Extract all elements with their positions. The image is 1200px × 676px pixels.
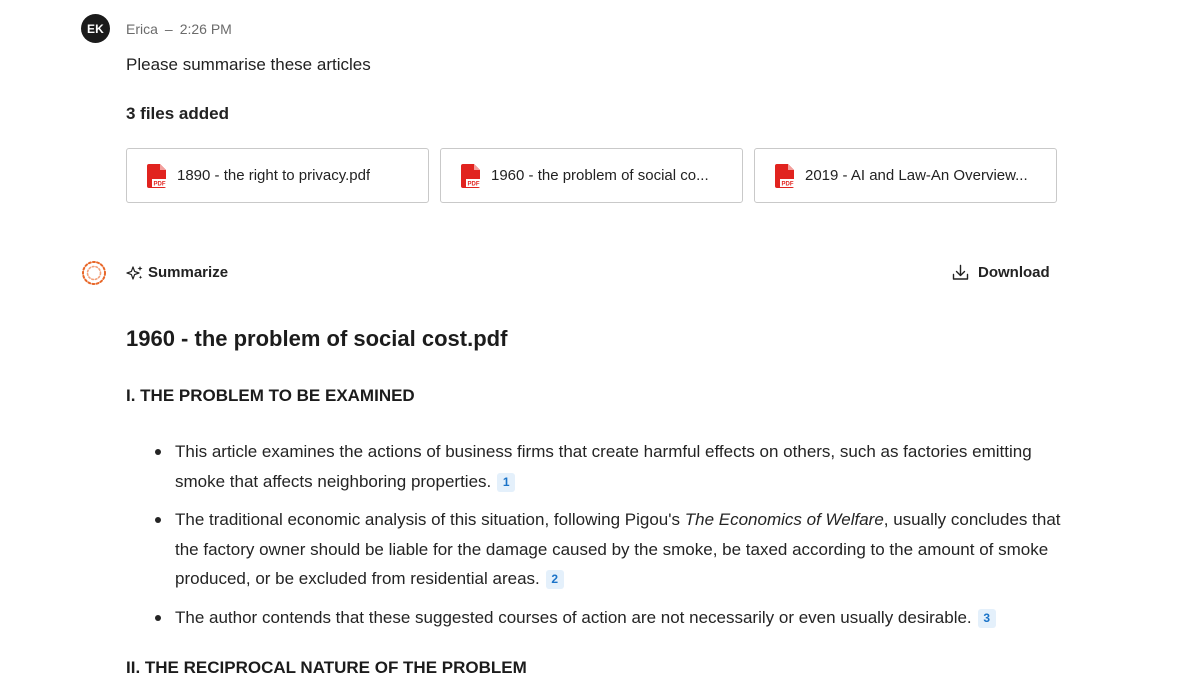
section-heading: I. THE PROBLEM TO BE EXAMINED — [126, 386, 415, 405]
message-time: 2:26 PM — [179, 20, 232, 37]
summarize-label: Summarize — [148, 264, 229, 281]
bullet-text: The author contends that these suggested… — [175, 607, 972, 627]
file-card[interactable]: PDF 1960 - the problem of social co... — [440, 148, 743, 203]
pdf-icon: PDF — [147, 163, 167, 188]
svg-text:PDF: PDF — [468, 181, 480, 187]
bullet-text: The traditional economic analysis of thi… — [175, 510, 685, 529]
user-message-header: EK Erica –2:26 PM — [81, 14, 232, 43]
summary-doc-title: 1960 - the problem of social cost.pdf — [126, 326, 508, 351]
meta-separator: – — [164, 20, 173, 37]
bullet-text: This article examines the actions of bus… — [175, 442, 1032, 491]
citation-badge[interactable]: 2 — [545, 570, 564, 589]
avatar: EK — [81, 14, 110, 43]
files-added-title: 3 files added — [126, 104, 229, 123]
svg-text:PDF: PDF — [154, 181, 166, 187]
author-name: Erica — [126, 20, 158, 37]
file-name: 1960 - the problem of social co... — [491, 167, 709, 184]
citation-badge[interactable]: 3 — [977, 608, 996, 628]
book-title: The Economics of Welfare — [684, 510, 884, 529]
svg-text:PDF: PDF — [782, 181, 794, 187]
citation-badge[interactable]: 1 — [497, 472, 516, 492]
pdf-icon: PDF — [461, 163, 481, 188]
user-message-text: Please summarise these articles — [126, 55, 371, 74]
pdf-icon: PDF — [775, 163, 795, 188]
list-item: The traditional economic analysis of thi… — [126, 505, 1076, 594]
summary-bullets: This article examines the actions of bus… — [126, 437, 1076, 641]
chat-page: EK Erica –2:26 PM Please summarise these … — [0, 0, 1200, 676]
list-item: This article examines the actions of bus… — [126, 437, 1076, 496]
attached-files: PDF 1890 - the right to privacy.pdf PDF … — [126, 148, 1057, 203]
summarize-action[interactable]: Summarize — [126, 264, 228, 281]
file-card[interactable]: PDF 2019 - AI and Law-An Overview... — [754, 148, 1057, 203]
file-card[interactable]: PDF 1890 - the right to privacy.pdf — [126, 148, 429, 203]
download-button[interactable]: Download — [952, 264, 1050, 281]
download-icon — [952, 264, 969, 280]
sparkle-icon — [126, 265, 143, 280]
file-name: 1890 - the right to privacy.pdf — [177, 167, 371, 184]
message-meta: Erica –2:26 PM — [126, 21, 232, 37]
assistant-logo-icon — [82, 261, 106, 285]
download-label: Download — [978, 264, 1050, 281]
list-item: The author contends that these suggested… — [126, 603, 1076, 633]
file-name: 2019 - AI and Law-An Overview... — [805, 167, 1028, 184]
section-heading: II. THE RECIPROCAL NATURE OF THE PROBLEM — [126, 658, 527, 676]
